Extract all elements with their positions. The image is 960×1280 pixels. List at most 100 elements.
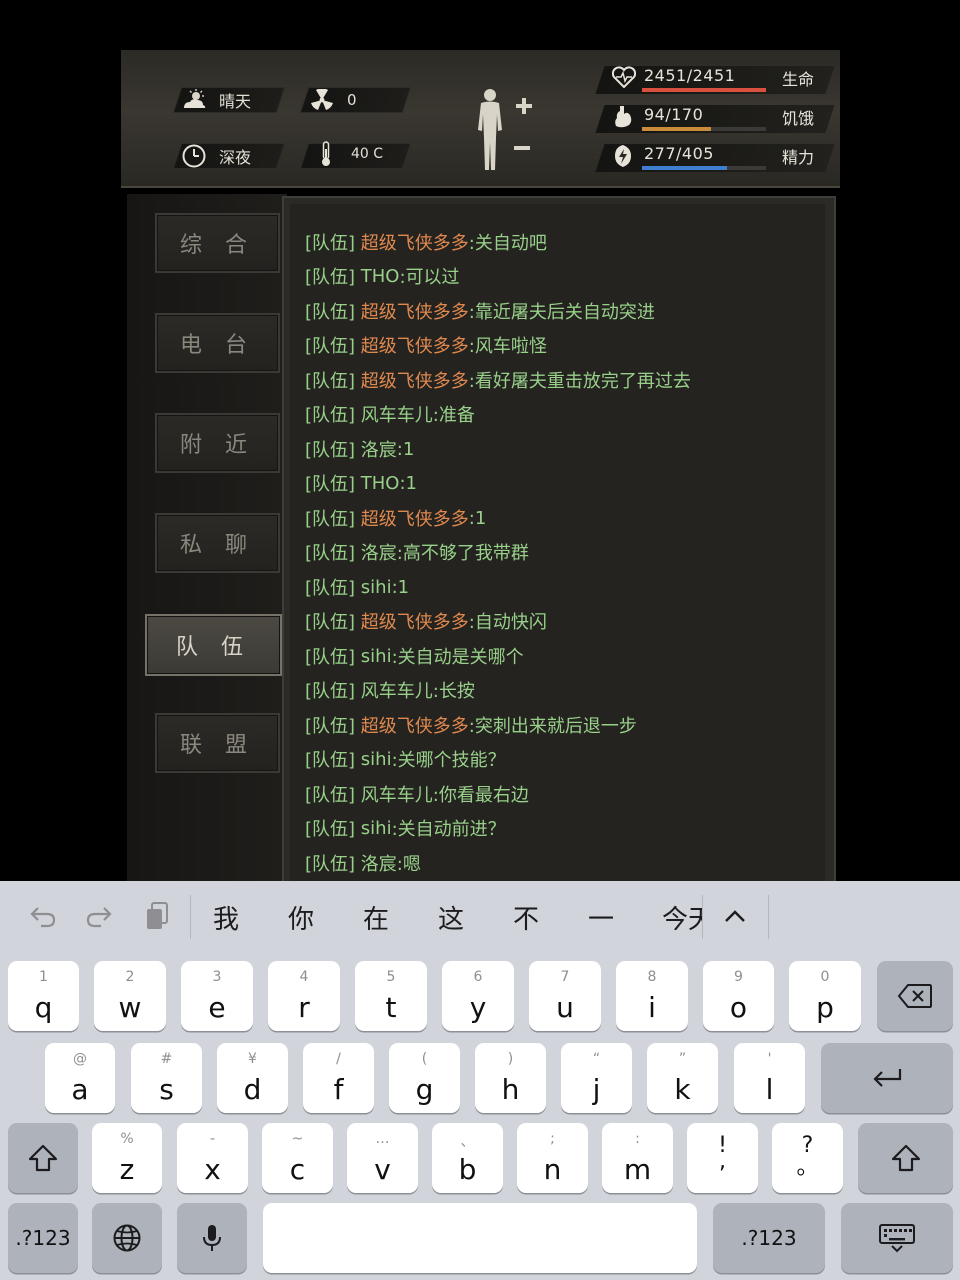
key-o[interactable]: 9o bbox=[703, 961, 774, 1031]
chat-sender[interactable]: 超级飞侠多多 bbox=[361, 712, 469, 738]
key-d[interactable]: ¥ d bbox=[217, 1043, 288, 1113]
chat-sender[interactable]: sihi bbox=[361, 749, 392, 770]
key-c[interactable]: ~ c bbox=[262, 1123, 333, 1193]
key-char: m bbox=[623, 1153, 652, 1186]
chat-channel: [队伍] bbox=[305, 819, 356, 840]
key-k[interactable]: ” k bbox=[647, 1043, 718, 1113]
return-icon bbox=[821, 1043, 953, 1113]
chat-sender[interactable]: 超级飞侠多多 bbox=[361, 367, 469, 393]
chat-sender[interactable]: 风车车儿 bbox=[361, 401, 433, 427]
chat-channel: [队伍] bbox=[305, 474, 356, 495]
body-status-button[interactable] bbox=[468, 84, 548, 176]
backspace-key[interactable] bbox=[877, 961, 953, 1031]
key-m[interactable]: :m bbox=[602, 1123, 673, 1193]
chat-sender[interactable]: sihi bbox=[361, 577, 392, 598]
chat-sender[interactable]: THO bbox=[361, 473, 400, 494]
key-b[interactable]: 、 b bbox=[432, 1123, 503, 1193]
body-figure-icon bbox=[478, 89, 532, 170]
tab-nearby[interactable]: 附 近 bbox=[155, 413, 280, 473]
key-z[interactable]: % z bbox=[92, 1123, 162, 1193]
chat-sender[interactable]: 超级飞侠多多 bbox=[361, 229, 469, 255]
key-n[interactable]: ; n bbox=[517, 1123, 588, 1193]
numbers-key-right[interactable]: .?123 bbox=[713, 1203, 825, 1273]
candidate-word[interactable]: 你 bbox=[288, 899, 314, 936]
chat-sender[interactable]: 超级飞侠多多 bbox=[361, 608, 469, 634]
tab-general[interactable]: 综 合 bbox=[155, 213, 280, 273]
chat-text: :关哪个技能？ bbox=[391, 750, 506, 771]
key-alt: 1 bbox=[39, 969, 48, 985]
candidate-word[interactable]: 这 bbox=[438, 899, 464, 936]
radiation-indicator: 0 bbox=[309, 87, 357, 113]
key-alt: 7 bbox=[560, 969, 570, 985]
candidate-word[interactable]: 一 bbox=[588, 899, 614, 936]
numbers-key-left[interactable]: .?123 bbox=[8, 1203, 78, 1273]
health-bar bbox=[642, 88, 766, 92]
hunger-bar-fill bbox=[642, 127, 711, 131]
chat-channel: [队伍] bbox=[305, 543, 356, 564]
key-p[interactable]: 0p bbox=[789, 961, 861, 1031]
microphone-icon bbox=[177, 1203, 247, 1273]
chat-sender[interactable]: 超级飞侠多多 bbox=[361, 505, 469, 531]
chat-sender[interactable]: sihi bbox=[361, 818, 392, 839]
key-comma[interactable]: !, bbox=[687, 1123, 758, 1193]
key-y[interactable]: 6y bbox=[442, 961, 514, 1031]
key-h[interactable]: ) h bbox=[475, 1043, 546, 1113]
chat-channel: [队伍] bbox=[305, 681, 356, 702]
dismiss-keyboard-key[interactable] bbox=[841, 1203, 953, 1273]
chat-sender[interactable]: 超级飞侠多多 bbox=[361, 332, 469, 358]
chat-sender[interactable]: 洛宸 bbox=[361, 436, 397, 462]
chat-sender[interactable]: THO bbox=[361, 266, 400, 287]
tab-radio[interactable]: 电 台 bbox=[155, 313, 280, 373]
globe-key[interactable] bbox=[92, 1203, 162, 1273]
chat-sender[interactable]: sihi bbox=[361, 646, 392, 667]
key-u[interactable]: 7u bbox=[529, 961, 601, 1031]
key-g[interactable]: (g bbox=[389, 1043, 460, 1113]
chat-sender[interactable]: 风车车儿 bbox=[361, 781, 433, 807]
tab-alliance[interactable]: 联 盟 bbox=[155, 713, 280, 773]
key-t[interactable]: 5t bbox=[355, 961, 427, 1031]
chat-sender[interactable]: 超级飞侠多多 bbox=[361, 298, 469, 324]
key-char: d bbox=[243, 1073, 262, 1106]
key-q[interactable]: 1q bbox=[8, 961, 79, 1031]
chat-sender[interactable]: 风车车儿 bbox=[361, 677, 433, 703]
return-key[interactable] bbox=[821, 1043, 953, 1113]
key-w[interactable]: 2w bbox=[94, 961, 166, 1031]
chevron-up-icon[interactable] bbox=[718, 899, 752, 933]
chat-text: :1 bbox=[468, 507, 487, 529]
hunger-bar bbox=[642, 127, 766, 131]
key-char: a bbox=[71, 1073, 89, 1106]
chat-sender[interactable]: 洛宸 bbox=[361, 850, 397, 876]
redo-icon[interactable] bbox=[82, 899, 116, 933]
key-l[interactable]: ' l bbox=[734, 1043, 805, 1113]
chat-message: [队伍] 超级飞侠多多:自动快闪 bbox=[305, 606, 547, 636]
chat-channel: [队伍] bbox=[305, 854, 356, 875]
key-j[interactable]: “j bbox=[561, 1043, 632, 1113]
key-x[interactable]: -x bbox=[177, 1123, 248, 1193]
candidate-word[interactable]: 今天 bbox=[662, 899, 702, 936]
tab-private[interactable]: 私 聊 bbox=[155, 513, 280, 573]
candidate-word[interactable]: 我 bbox=[213, 899, 239, 936]
key-alt: 0 bbox=[820, 969, 830, 985]
dictation-key[interactable] bbox=[177, 1203, 247, 1273]
space-bar[interactable] bbox=[263, 1203, 697, 1273]
tab-team[interactable]: 队 伍 bbox=[145, 614, 282, 676]
key-period[interactable]: ?。 bbox=[772, 1123, 843, 1193]
undo-icon[interactable] bbox=[26, 899, 60, 933]
key-v[interactable]: … v bbox=[347, 1123, 418, 1193]
key-e[interactable]: 3e bbox=[181, 961, 253, 1031]
shift-key-right[interactable] bbox=[858, 1123, 953, 1193]
clipboard-icon[interactable] bbox=[140, 899, 174, 933]
shift-key-left[interactable] bbox=[8, 1123, 78, 1193]
key-i[interactable]: 8i bbox=[616, 961, 688, 1031]
time-text: 深夜 bbox=[219, 148, 252, 167]
key-alt: / bbox=[336, 1051, 341, 1067]
energy-icon bbox=[612, 144, 636, 168]
key-r[interactable]: 4r bbox=[268, 961, 340, 1031]
chat-message: [队伍] sihi:关自动前进？ bbox=[305, 813, 506, 843]
candidate-word[interactable]: 在 bbox=[363, 899, 389, 936]
chat-sender[interactable]: 洛宸 bbox=[361, 539, 397, 565]
candidate-word[interactable]: 不 bbox=[513, 899, 539, 936]
key-f[interactable]: / f bbox=[303, 1043, 374, 1113]
key-s[interactable]: # s bbox=[131, 1043, 202, 1113]
key-a[interactable]: @ a bbox=[45, 1043, 115, 1113]
